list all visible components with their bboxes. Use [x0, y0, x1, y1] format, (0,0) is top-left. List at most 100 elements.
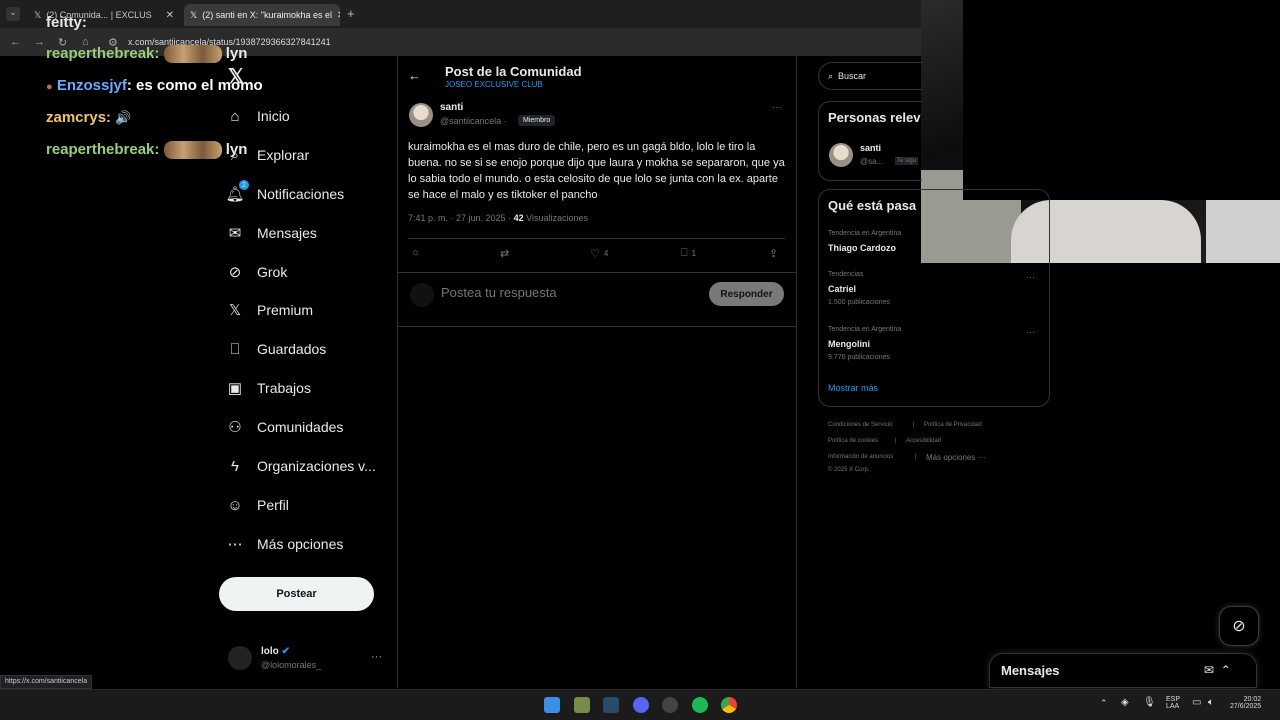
reply-input[interactable] [441, 285, 691, 300]
close-tab-icon[interactable]: ✕ [337, 10, 340, 21]
sidebar-item-guardados[interactable]: ⎕ Guardados [226, 340, 326, 358]
grok-floating-button[interactable]: ⊘ [1219, 606, 1259, 646]
sidebar-item-label: Perfil [257, 497, 289, 513]
x-logo-icon[interactable]: 𝕏 [228, 64, 244, 89]
community-link[interactable]: JOSEO EXCLUSIVE CLUB [445, 80, 543, 89]
author-handle[interactable]: @santiicancela · [440, 116, 507, 126]
chrome-icon[interactable] [721, 697, 737, 713]
notification-badge: 2 [239, 180, 249, 190]
tab-search-button[interactable]: ⌄ [6, 7, 20, 21]
sidebar-item-trabajos[interactable]: ▣ Trabajos [226, 379, 311, 397]
like-action[interactable]: ♡ 4 [590, 247, 608, 260]
footer-link[interactable]: Política de Privacidad [924, 422, 982, 428]
relevant-avatar[interactable] [829, 143, 853, 167]
trend-context: Tendencia en Argentina [828, 230, 902, 237]
sidebar-item-comunidades[interactable]: ⚇ Comunidades [226, 418, 343, 436]
clock-date: 27/6/2025 [1230, 703, 1262, 710]
steam-icon[interactable] [603, 697, 619, 713]
person-icon: ☺ [227, 496, 243, 514]
footer-link[interactable]: Información de anuncios [828, 454, 893, 460]
microphone-icon[interactable]: 🎙︎ [1143, 697, 1156, 708]
account-avatar[interactable] [228, 646, 252, 670]
spotify-icon[interactable] [692, 697, 708, 713]
sidebar-item-premium[interactable]: 𝕏 Premium [226, 301, 313, 319]
sidebar-item-grok[interactable]: ⊘ Grok [226, 263, 288, 281]
file-explorer-icon[interactable] [574, 697, 590, 713]
speaker-emote-icon: 🔊 [115, 110, 132, 125]
forward-nav-icon[interactable]: → [34, 36, 45, 48]
post-time[interactable]: 7:41 p. m. · 27 jun. 2025 · [408, 213, 511, 223]
chat-user: reaperthebreak: [46, 45, 160, 62]
volume-icon[interactable]: 🔈︎ [1208, 697, 1214, 708]
new-tab-icon[interactable]: + [347, 6, 355, 21]
account-more-icon[interactable]: ··· [371, 651, 382, 663]
views-label: Visualizaciones [526, 213, 588, 223]
reply-action[interactable]: ○ [412, 247, 419, 259]
sidebar-item-label: Grok [257, 264, 288, 280]
footer-link[interactable]: Condiciones de Servicio [828, 422, 892, 428]
sidebar-item-mas-opciones[interactable]: ⋯ Más opciones [226, 535, 344, 553]
author-avatar[interactable] [409, 103, 433, 127]
footer-separator: | [913, 422, 915, 428]
divider [408, 238, 785, 239]
tab-title: (2) santi en X: "kuraimokha es el [202, 10, 333, 20]
chat-user: Enzossjyf [56, 77, 127, 94]
heart-icon: ♡ [590, 248, 600, 260]
like-count: 4 [603, 249, 609, 258]
sidebar-item-notificaciones[interactable]: 🔔︎ 2 Notificaciones [225, 180, 344, 203]
verified-icon: ✔ [281, 646, 290, 657]
sidebar-item-perfil[interactable]: ☺ Perfil [226, 496, 289, 514]
post-button[interactable]: Postear [219, 577, 374, 611]
discord-icon[interactable] [633, 697, 649, 713]
bookmark-count: 1 [691, 249, 697, 258]
back-arrow-icon[interactable]: ← [408, 68, 421, 83]
search-input[interactable]: ⌕ Buscar [818, 62, 922, 90]
tray-expand-icon[interactable]: ⌃ [1100, 698, 1108, 709]
reply-avatar [410, 283, 434, 307]
bookmark-action[interactable]: ⎕ 1 [681, 247, 696, 260]
footer-link[interactable]: Accesibilidad [906, 438, 941, 444]
trend-more-icon[interactable]: ··· [1026, 272, 1035, 282]
footer-link[interactable]: Política de cookies [828, 438, 878, 444]
browser-tab-post[interactable]: 𝕏 (2) santi en X: "kuraimokha es el ✕ [184, 4, 340, 26]
back-nav-icon[interactable]: ← [10, 36, 21, 48]
account-name[interactable]: lolo ✔ [261, 646, 290, 657]
trends-card [818, 189, 1050, 407]
author-name[interactable]: santi [440, 102, 463, 113]
account-name-text: lolo [261, 646, 279, 657]
grok-icon: ⊘ [1232, 618, 1246, 635]
clock[interactable]: 20:02 27/6/2025 [1230, 696, 1261, 710]
footer-more-link[interactable]: Más opciones ··· [926, 453, 986, 462]
show-more-link[interactable]: Mostrar más [828, 383, 878, 393]
search-icon: ⌕ [828, 70, 834, 81]
lang-indicator[interactable]: ESP LAA [1166, 696, 1180, 710]
new-message-icon[interactable]: ✉ [1204, 663, 1214, 677]
share-action[interactable]: ⇪ [769, 247, 778, 260]
post-more-icon[interactable]: ··· [772, 102, 782, 113]
sidebar-item-mensajes[interactable]: ✉ Mensajes [226, 224, 317, 242]
trend-count: 9.776 publicaciones [828, 354, 890, 361]
trend-name[interactable]: Mengolini [828, 339, 870, 349]
sidebar-item-organizaciones[interactable]: ϟ Organizaciones v... [226, 457, 376, 475]
windows-start-icon[interactable] [544, 697, 560, 713]
shield-icon[interactable]: ◈ [1121, 697, 1129, 708]
trend-name[interactable]: Thiago Cardozo [828, 243, 896, 253]
expand-icon[interactable]: ⌃ [1221, 663, 1231, 677]
sidebar-item-label: Explorar [257, 147, 310, 163]
trend-more-icon[interactable]: ··· [1026, 327, 1035, 337]
app-icon[interactable] [662, 697, 678, 713]
repost-action[interactable]: ⇄ [500, 247, 509, 260]
close-tab-icon[interactable]: ✕ [166, 10, 174, 21]
sidebar-item-label: Comunidades [257, 419, 344, 435]
sidebar-item-inicio[interactable]: ⌂ Inicio [226, 107, 289, 125]
trend-context: Tendencia en Argentina [828, 326, 902, 333]
relevant-name[interactable]: santi [860, 143, 881, 153]
divider [398, 326, 796, 327]
reply-button[interactable]: Responder [709, 282, 784, 306]
sidebar-item-explorar[interactable]: ⌕ Explorar [226, 146, 309, 164]
display-icon[interactable]: ▭ [1192, 697, 1201, 708]
chat-text: lyn [225, 45, 248, 62]
search-placeholder: Buscar [838, 71, 867, 81]
footer-separator: | [895, 438, 897, 444]
trend-name[interactable]: Catriel [828, 284, 856, 294]
